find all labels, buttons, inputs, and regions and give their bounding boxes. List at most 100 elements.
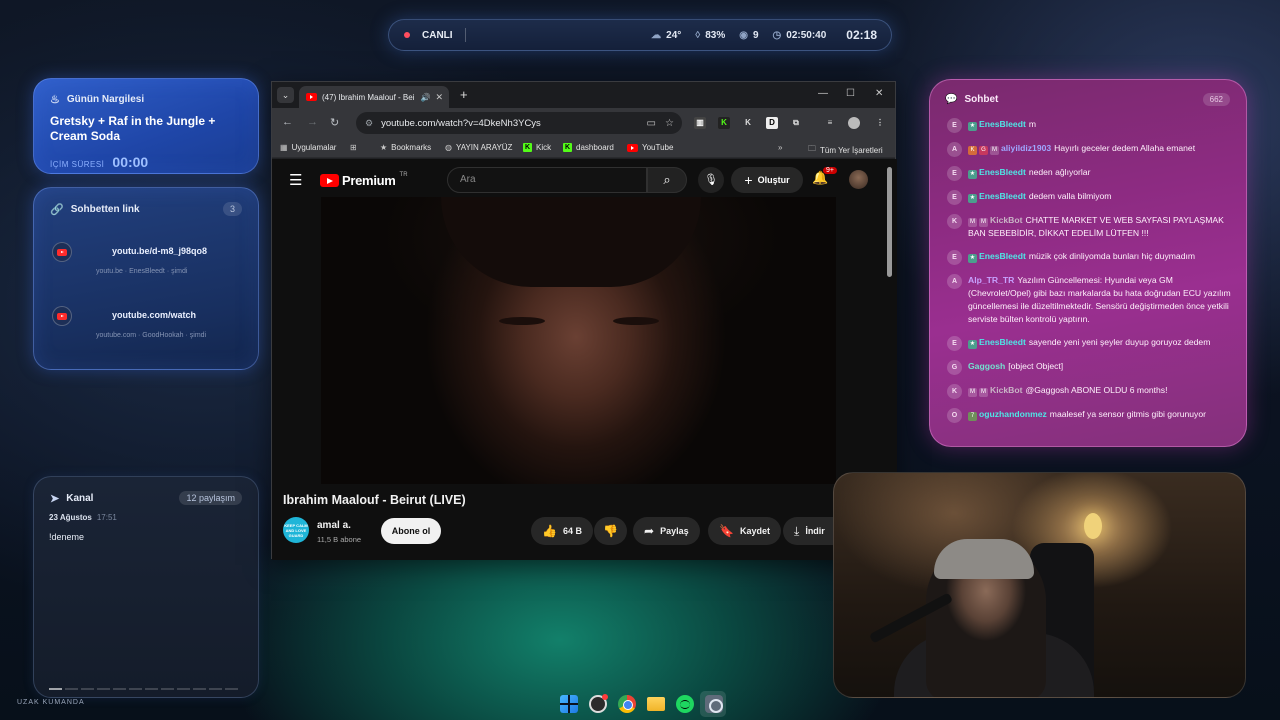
user-badge-icon: ★ bbox=[968, 122, 977, 131]
new-tab-button[interactable]: + bbox=[460, 87, 468, 102]
bookmark-star-icon[interactable]: ☆ bbox=[665, 118, 674, 129]
avatar: K bbox=[947, 214, 962, 229]
weather-icon: ☁ bbox=[651, 29, 662, 41]
avatar: E bbox=[947, 190, 962, 205]
toolbar: ← → ↻ ⚙ youtube.com/watch?v=4DkeNh3YCys … bbox=[272, 108, 895, 138]
link-url[interactable]: youtube.com/watch bbox=[112, 310, 196, 320]
extension-icon[interactable]: D bbox=[766, 117, 778, 129]
chat-username[interactable]: EnesBleedt bbox=[979, 191, 1026, 201]
all-bookmarks[interactable]: 🗀 Tüm Yer İşaretleri bbox=[808, 143, 883, 157]
user-badge-icon: G bbox=[979, 146, 988, 155]
tab-search-button[interactable]: ⌄ bbox=[277, 87, 294, 103]
search-input[interactable]: Ara bbox=[447, 167, 647, 193]
apps-grid-icon[interactable]: ⊞ bbox=[350, 143, 357, 152]
chat-username[interactable]: EnesBleedt bbox=[979, 337, 1026, 347]
chat-message: E ★ EnesBleedt sayende yeni yeni şeyler duy… bbox=[945, 336, 1235, 351]
spotify-icon[interactable] bbox=[676, 695, 694, 713]
back-button[interactable]: ← bbox=[282, 116, 293, 128]
avatar[interactable] bbox=[849, 170, 868, 189]
like-button[interactable]: 👍 64 B bbox=[531, 517, 593, 545]
video-player[interactable] bbox=[321, 197, 836, 484]
chat-message: A K G Maliyildiz1903 Hayırlı geceler dedem A… bbox=[945, 142, 1235, 157]
bookmark-item[interactable]: Kdashboard bbox=[563, 143, 614, 152]
humidity-readout: ◊ 83% bbox=[695, 29, 726, 41]
bookmark-item[interactable]: ◍ YAYIN ARAYÜZ bbox=[445, 143, 512, 152]
file-explorer-icon[interactable] bbox=[647, 697, 665, 711]
dislike-button[interactable]: 👎 bbox=[594, 517, 627, 545]
nargile-flavor: Gretsky + Raf in the Jungle + Cream Soda bbox=[50, 114, 216, 143]
chat-username[interactable]: EnesBleedt bbox=[979, 119, 1026, 129]
download-button[interactable]: ⤓ İndir bbox=[783, 517, 835, 545]
cast-icon[interactable]: ▭ bbox=[647, 118, 656, 129]
bookmark-item[interactable]: K Kick bbox=[523, 143, 551, 152]
chat-message: A Alp_TR_TR Yazılım Güncellemesi: Hyundai … bbox=[945, 274, 1235, 326]
bookmark-item[interactable]: ★ Bookmarks bbox=[380, 143, 431, 152]
youtube-premium-logo[interactable]: Premium TR bbox=[320, 172, 408, 188]
pagination-dots[interactable] bbox=[49, 688, 238, 690]
extension-icon[interactable]: K bbox=[742, 117, 754, 129]
user-badge-icon: M bbox=[990, 146, 999, 155]
card-title: Günün Nargilesi bbox=[66, 94, 145, 105]
chat-username[interactable]: Gaggosh bbox=[968, 361, 1005, 371]
avatar: E bbox=[947, 166, 962, 181]
chat-username[interactable]: aliyildiz1903 bbox=[1001, 143, 1051, 153]
extensions-puzzle-icon[interactable]: ⧉ bbox=[790, 117, 802, 129]
avatar: A bbox=[947, 274, 962, 289]
chat-count-badge: 662 bbox=[1202, 93, 1230, 106]
obs-icon[interactable] bbox=[589, 694, 608, 713]
share-button[interactable]: ➦ Paylaş bbox=[633, 517, 700, 545]
more-bookmarks-icon[interactable]: » bbox=[778, 143, 782, 152]
site-info-icon[interactable]: ⚙ bbox=[365, 118, 373, 129]
chat-username[interactable]: KickBot bbox=[990, 385, 1022, 395]
close-window-button[interactable]: ✕ bbox=[875, 88, 883, 99]
create-button[interactable]: + Oluştur bbox=[731, 167, 803, 193]
url-text[interactable]: youtube.com/watch?v=4DkeNh3YCys bbox=[381, 118, 541, 129]
chat-username[interactable]: EnesBleedt bbox=[979, 167, 1026, 177]
grid-icon: ▦ bbox=[280, 143, 288, 152]
microphone-button[interactable]: 🎙 bbox=[698, 167, 724, 193]
nargile-card: ♨ Günün Nargilesi Gretsky + Raf in the Ju… bbox=[33, 78, 259, 174]
minimize-button[interactable]: — bbox=[818, 88, 828, 99]
user-badge-icon: M bbox=[968, 218, 977, 227]
video-title: Ibrahim Maalouf - Beirut (LIVE) bbox=[283, 493, 466, 507]
maximize-button[interactable]: ☐ bbox=[846, 88, 855, 99]
profile-avatar[interactable] bbox=[848, 117, 860, 129]
bookmark-item[interactable]: YouTube bbox=[627, 143, 673, 152]
search-button[interactable]: ⌕ bbox=[647, 167, 687, 193]
forward-button[interactable]: → bbox=[307, 116, 318, 128]
channel-name[interactable]: amal a. bbox=[317, 520, 351, 531]
close-tab-icon[interactable]: ✕ bbox=[435, 92, 443, 103]
chat-text: [object Object] bbox=[1008, 361, 1064, 371]
youtube-icon bbox=[52, 306, 72, 326]
chat-username[interactable]: oguzhandonmez bbox=[979, 409, 1047, 419]
chat-message: G Gaggosh [object Object] bbox=[945, 360, 1235, 375]
user-badge-icon: ★ bbox=[968, 194, 977, 203]
link-icon: 🔗 bbox=[50, 203, 64, 216]
windows-start-icon[interactable] bbox=[560, 695, 578, 713]
bookmark-item[interactable]: ▦ Uygulamalar bbox=[280, 143, 336, 152]
link-url[interactable]: youtu.be/d-m8_j98qo8 bbox=[112, 246, 207, 256]
kick-icon: K bbox=[563, 143, 572, 152]
subscribe-button[interactable]: Abone ol bbox=[381, 518, 441, 544]
hamburger-menu-icon[interactable]: ☰ bbox=[289, 171, 302, 189]
chat-username[interactable]: EnesBleedt bbox=[979, 251, 1026, 261]
viewer-count: ◉ 9 bbox=[739, 29, 759, 41]
reload-button[interactable]: ↻ bbox=[330, 116, 339, 129]
chrome-app-icon[interactable] bbox=[705, 695, 723, 713]
menu-dots-icon[interactable]: ⋮ bbox=[874, 117, 886, 129]
save-button[interactable]: 🔖 Kaydet bbox=[708, 517, 781, 545]
speaker-icon[interactable]: 🔊 bbox=[420, 93, 430, 102]
chat-username[interactable]: Alp_TR_TR bbox=[968, 275, 1014, 285]
kick-extension-icon[interactable]: K bbox=[718, 117, 730, 129]
chat-username[interactable]: KickBot bbox=[990, 215, 1022, 225]
extension-icon[interactable]: ▥ bbox=[694, 117, 706, 129]
chrome-icon[interactable] bbox=[618, 695, 636, 713]
address-bar[interactable]: ⚙ youtube.com/watch?v=4DkeNh3YCys ▭ ☆ bbox=[356, 112, 682, 134]
tab-youtube[interactable]: (47) Ibrahim Maalouf - Beiru 🔊 ✕ bbox=[299, 86, 449, 108]
plus-icon: + bbox=[744, 172, 753, 188]
youtube-icon bbox=[320, 174, 339, 187]
channel-avatar[interactable]: KEEP CALM AND LOVE GUARD bbox=[283, 517, 309, 543]
chat-text: müzik çok dinliyomda bunları hiç duymadı… bbox=[1028, 251, 1196, 261]
scrollbar[interactable] bbox=[887, 167, 892, 277]
reading-list-icon[interactable]: ≡ bbox=[824, 117, 836, 129]
